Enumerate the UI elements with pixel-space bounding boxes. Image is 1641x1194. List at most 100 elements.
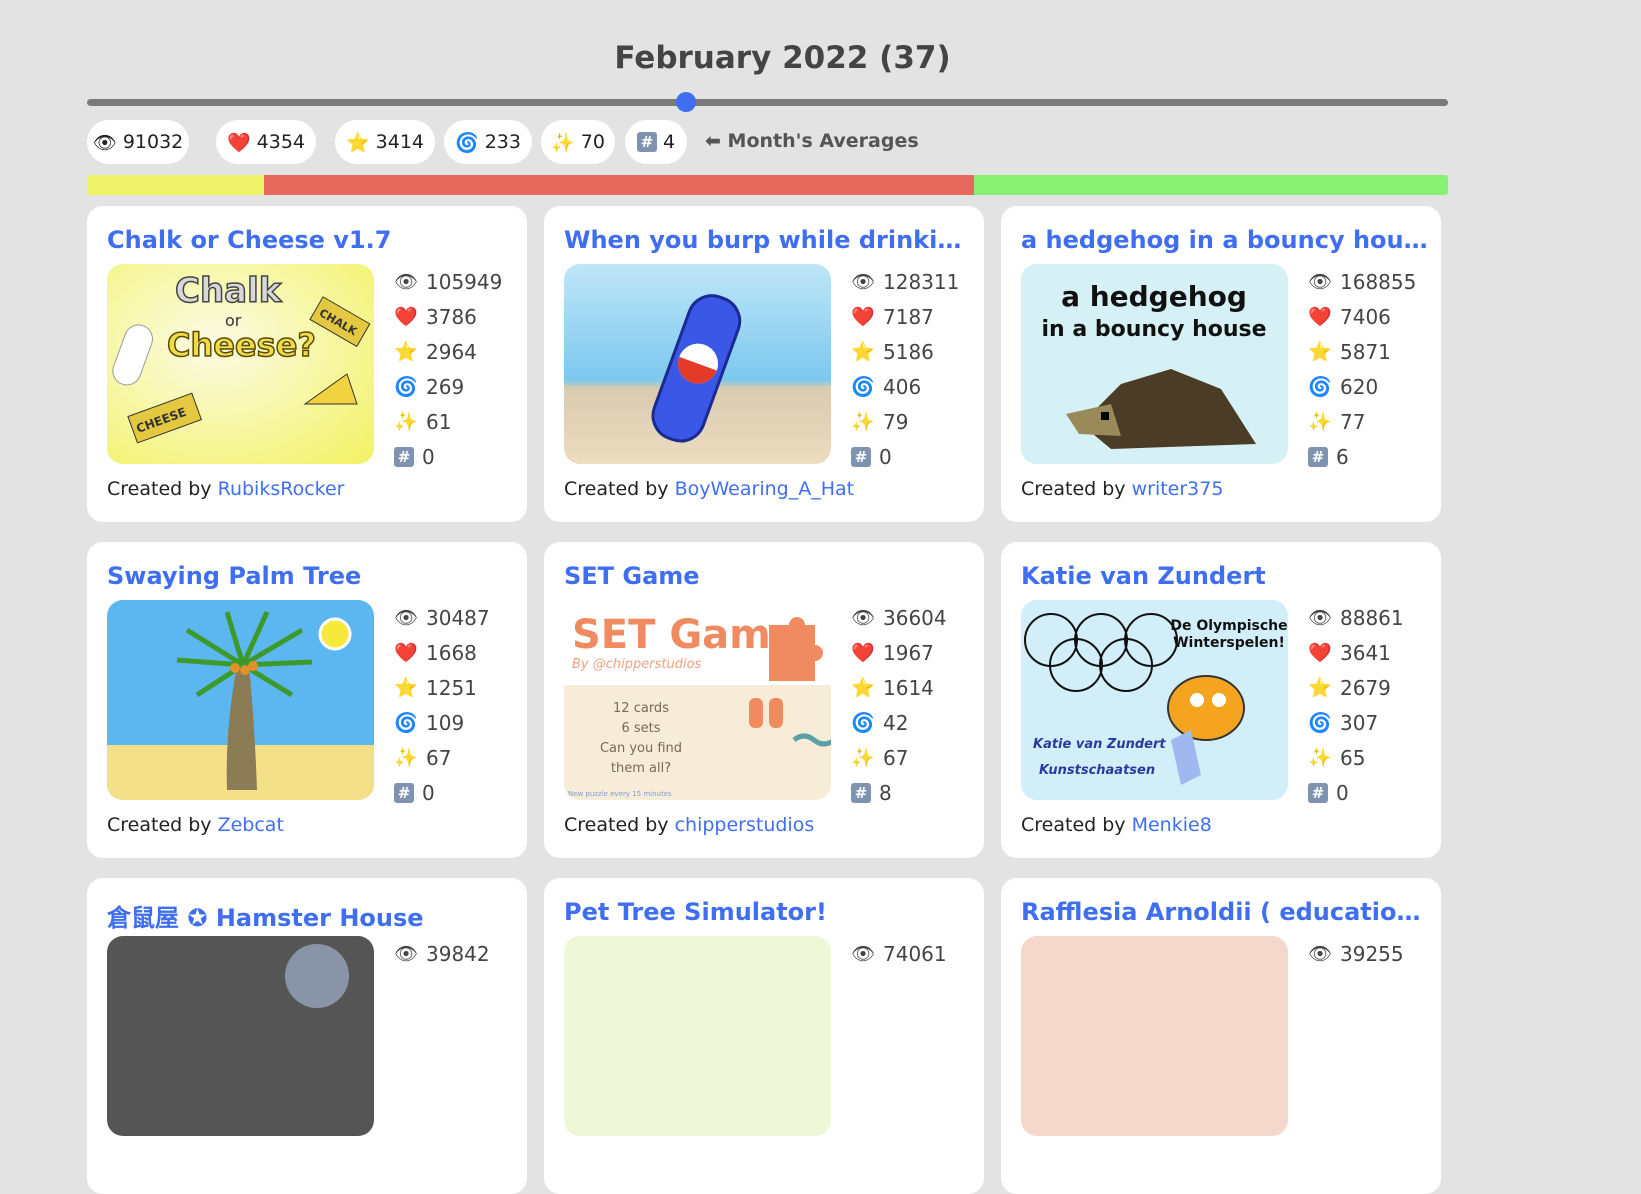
created-by-label: Created by — [107, 814, 212, 836]
stat-loves: ❤️ 1967 — [851, 635, 947, 670]
eye-icon: 👁 — [1308, 271, 1333, 293]
project-title-link[interactable]: Katie van Zundert — [1021, 562, 1431, 590]
sparkles-icon: ✨ — [551, 131, 575, 154]
stat-loves-value: 7406 — [1340, 304, 1391, 329]
stat-remixes: 🌀 406 — [851, 369, 959, 404]
avg-remixes-badge: 🌀 233 — [444, 120, 532, 164]
hash-icon: # — [394, 446, 414, 467]
spiral-icon: 🌀 — [455, 131, 479, 154]
creator-link[interactable]: BoyWearing_A_Hat — [675, 478, 854, 500]
thumb-text-hedgehog: a hedgehog — [1061, 280, 1247, 313]
avg-favorites-value: 3414 — [375, 131, 425, 153]
project-card: Pet Tree Simulator! 👁 74061 — [544, 878, 984, 1194]
project-stats: 👁 105949 ❤️ 3786 ⭐ 2964 🌀 269 ✨ 61 #0 — [394, 264, 502, 474]
stat-views-value: 128311 — [883, 269, 960, 294]
project-title-link[interactable]: Chalk or Cheese v1.7 — [107, 226, 517, 254]
created-by-label: Created by — [1021, 478, 1126, 500]
created-by-label: Created by — [564, 814, 669, 836]
project-thumbnail[interactable]: De Olympische Winterspelen! Katie van Zu… — [1021, 600, 1288, 800]
creator-link[interactable]: RubiksRocker — [218, 478, 345, 500]
stat-remixes-value: 307 — [1340, 710, 1379, 735]
stat-views-value: 168855 — [1340, 269, 1417, 294]
project-title-link[interactable]: a hedgehog in a bouncy house — [1021, 226, 1431, 254]
creator-link[interactable]: chipperstudios — [675, 814, 815, 836]
project-thumbnail[interactable]: a hedgehog in a bouncy house — [1021, 264, 1288, 464]
month-slider[interactable] — [87, 92, 1448, 112]
stat-favorites: ⭐ 1251 — [394, 670, 490, 705]
creator-link[interactable]: Zebcat — [218, 814, 284, 836]
spiral-icon: 🌀 — [394, 376, 418, 398]
ratio-bar — [87, 175, 1448, 195]
month-slider-handle[interactable] — [675, 92, 696, 112]
stat-remixes-value: 42 — [883, 710, 909, 735]
stat-rank-value: 6 — [1336, 444, 1349, 469]
stat-views: 👁 30487 — [394, 600, 490, 635]
stat-trending: ✨ 77 — [1308, 404, 1416, 439]
stat-views: 👁 105949 — [394, 264, 502, 299]
project-title-link[interactable]: 倉鼠屋 ✪ Hamster House — [107, 898, 517, 933]
stat-views: 👁 36604 — [851, 600, 947, 635]
created-by-label: Created by — [564, 478, 669, 500]
month-title: February 2022 (37) — [614, 40, 951, 76]
project-creator: Created by BoyWearing_A_Hat — [564, 478, 854, 500]
stat-trending-value: 79 — [883, 409, 909, 434]
eye-icon: 👁 — [394, 271, 419, 293]
stat-favorites-value: 5871 — [1340, 339, 1391, 364]
avg-trending-value: 70 — [580, 131, 605, 153]
stat-remixes-value: 269 — [426, 374, 465, 399]
avg-trending-badge: ✨ 70 — [541, 120, 615, 164]
project-card: Katie van Zundert De Olympische Wintersp… — [1001, 542, 1441, 858]
project-thumbnail[interactable] — [564, 936, 831, 1136]
stat-loves-value: 7187 — [883, 304, 934, 329]
avg-views-badge: 👁 91032 — [87, 120, 189, 164]
sparkles-icon: ✨ — [1308, 411, 1332, 433]
project-title-link[interactable]: SET Game — [564, 562, 974, 590]
thumb-text-olympische: De Olympische — [1170, 618, 1287, 634]
stat-loves-value: 1668 — [426, 640, 477, 665]
thumb-text-cheese: Cheese? — [167, 326, 316, 364]
stat-favorites-value: 1614 — [883, 675, 934, 700]
stat-remixes: 🌀 620 — [1308, 369, 1416, 404]
stat-loves: ❤️ 3641 — [1308, 635, 1404, 670]
project-card: SET Game SET Game By @chipperstudios 12 … — [544, 542, 984, 858]
hash-icon: # — [1308, 446, 1328, 467]
stat-remixes: 🌀 109 — [394, 705, 490, 740]
project-title-link[interactable]: Pet Tree Simulator! — [564, 898, 974, 926]
heart-icon: ❤️ — [851, 306, 875, 328]
stat-views: 👁 168855 — [1308, 264, 1416, 299]
avg-rank-value: 4 — [662, 131, 676, 153]
stat-trending-value: 61 — [426, 409, 452, 434]
project-thumbnail[interactable]: SET Game By @chipperstudios 12 cards 6 s… — [564, 600, 831, 800]
created-by-label: Created by — [1021, 814, 1126, 836]
spiral-icon: 🌀 — [851, 376, 875, 398]
project-thumbnail[interactable] — [107, 936, 374, 1136]
project-thumbnail[interactable] — [107, 600, 374, 800]
project-card: 倉鼠屋 ✪ Hamster House 👁 39842 — [87, 878, 527, 1194]
stat-rank: #6 — [1308, 439, 1416, 474]
stat-trending-value: 65 — [1340, 745, 1366, 770]
project-thumbnail[interactable]: Chalk or Cheese? CHALK CHEESE — [107, 264, 374, 464]
project-title-link[interactable]: Rafflesia Arnoldii ( educational f... — [1021, 898, 1431, 926]
project-card: Swaying Palm Tree 👁 30487 ❤️ 1668 ⭐ 1251 🌀 109 ✨… — [87, 542, 527, 858]
stat-views-value: 30487 — [426, 605, 490, 630]
project-title-link[interactable]: When you burp while drinking s... — [564, 226, 974, 254]
creator-link[interactable]: Menkie8 — [1132, 814, 1212, 836]
stat-favorites-value: 2964 — [426, 339, 477, 364]
eye-icon: 👁 — [851, 607, 876, 629]
project-thumbnail[interactable] — [1021, 936, 1288, 1136]
stat-favorites: ⭐ 2679 — [1308, 670, 1404, 705]
project-title-link[interactable]: Swaying Palm Tree — [107, 562, 517, 590]
stat-remixes-value: 109 — [426, 710, 465, 735]
stat-favorites-value: 2679 — [1340, 675, 1391, 700]
star-icon: ⭐ — [1308, 341, 1332, 363]
stat-trending-value: 67 — [426, 745, 452, 770]
spiral-icon: 🌀 — [1308, 376, 1332, 398]
stat-trending: ✨ 61 — [394, 404, 502, 439]
hash-icon: # — [394, 782, 414, 803]
thumb-text-by: By @chipperstudios — [572, 657, 702, 672]
stat-loves: ❤️ 7406 — [1308, 299, 1416, 334]
project-stats: 👁 36604 ❤️ 1967 ⭐ 1614 🌀 42 ✨ 67 #8 — [851, 600, 947, 810]
creator-link[interactable]: writer375 — [1132, 478, 1224, 500]
stat-loves: ❤️ 3786 — [394, 299, 502, 334]
project-thumbnail[interactable] — [564, 264, 831, 464]
